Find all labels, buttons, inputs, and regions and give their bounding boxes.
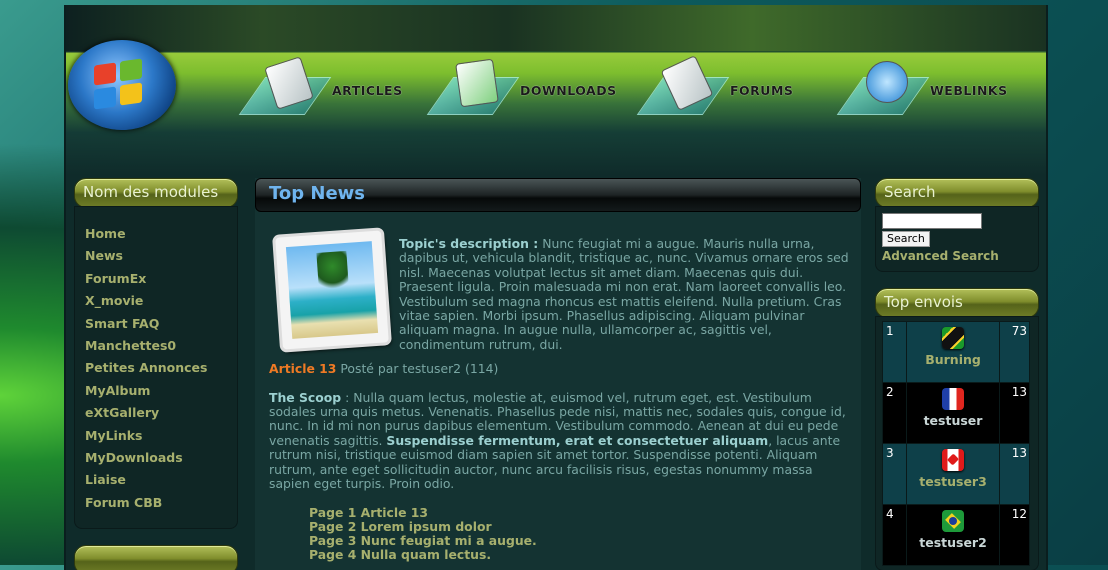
topic-description-text: Nunc feugiat mi a augue. Mauris nulla ur…: [399, 236, 849, 352]
module-link-x-movie[interactable]: X_movie: [85, 290, 237, 312]
nav-forums-label: FORUMS: [730, 82, 794, 98]
modules-title: Nom des modules: [74, 178, 238, 208]
page-link-3[interactable]: Page 3 Nunc feugiat mi a augue.: [309, 533, 853, 548]
nav-weblinks-label: WEBLINKS: [930, 82, 1008, 98]
logo-red-pane: [94, 62, 116, 86]
module-link-extgallery[interactable]: eXtGallery: [85, 402, 237, 424]
search-input[interactable]: [882, 213, 982, 229]
top-envois-table: 1 Burning 73 2 testuser 13 3 testuser3 1…: [882, 321, 1030, 566]
table-row: 3 testuser3 13: [882, 443, 1030, 505]
user-name: testuser: [923, 413, 983, 428]
count-cell: 73: [999, 321, 1030, 383]
rank-cell: 1: [882, 321, 907, 383]
next-block-title: [74, 545, 238, 570]
forums-icon: [636, 55, 730, 125]
user-name: testuser3: [919, 474, 987, 489]
article-header: Article 13 Posté par testuser2 (114): [269, 352, 853, 376]
article-posted-by: Posté par testuser2 (114): [336, 361, 499, 377]
nav-downloads-label: DOWNLOADS: [520, 82, 617, 98]
france-flag-icon: [942, 388, 965, 410]
user-cell[interactable]: testuser2: [905, 504, 1001, 566]
nav-downloads[interactable]: DOWNLOADS: [426, 52, 617, 128]
module-link-liaise[interactable]: Liaise: [85, 469, 237, 491]
user-cell[interactable]: Burning: [905, 321, 1001, 383]
module-link-manchettes[interactable]: Manchettes0: [85, 335, 237, 357]
module-link-news[interactable]: News: [85, 245, 237, 267]
modules-menu: Home News ForumEx X_movie Smart FAQ Manc…: [75, 207, 237, 528]
user-name: testuser2: [919, 535, 987, 550]
user-cell[interactable]: testuser: [905, 382, 1001, 444]
windows-logo[interactable]: [68, 40, 176, 130]
rank-cell: 4: [882, 504, 907, 566]
modules-box: Home News ForumEx X_movie Smart FAQ Manc…: [74, 206, 238, 530]
logo-green-pane: [120, 58, 142, 82]
module-link-forumex[interactable]: ForumEx: [85, 268, 237, 290]
module-link-mydownloads[interactable]: MyDownloads: [85, 447, 237, 469]
user-cell[interactable]: testuser3: [905, 443, 1001, 505]
count-cell: 13: [999, 382, 1030, 444]
scoop-label: The Scoop: [269, 389, 342, 405]
logo-yellow-pane: [120, 82, 142, 106]
nav-weblinks[interactable]: WEBLINKS: [836, 52, 1008, 128]
table-row: 2 testuser 13: [882, 382, 1030, 444]
search-button[interactable]: Search: [882, 231, 930, 247]
articles-icon: [238, 55, 332, 125]
nav-forums[interactable]: FORUMS: [636, 52, 794, 128]
canada-flag-icon: [942, 449, 965, 471]
search-box: Search Advanced Search: [875, 206, 1039, 272]
page-link-4[interactable]: Page 4 Nulla quam lectus.: [309, 547, 853, 562]
module-link-forum-cbb[interactable]: Forum CBB: [85, 492, 237, 514]
top-envois-box: 1 Burning 73 2 testuser 13 3 testuser3 1…: [875, 316, 1039, 570]
page-link-2[interactable]: Page 2 Lorem ipsum dolor: [309, 519, 853, 534]
top-news-title: Top News: [255, 178, 861, 212]
jamaica-flag-icon: [942, 327, 965, 349]
nav-articles[interactable]: ARTICLES: [238, 52, 403, 128]
table-row: 4 testuser2 12: [882, 504, 1030, 566]
advanced-search-link[interactable]: Advanced Search: [882, 249, 1038, 263]
page-link-1[interactable]: Page 1 Article 13: [309, 505, 853, 520]
module-link-petites-annonces[interactable]: Petites Annonces: [85, 357, 237, 379]
top-envois-title: Top envois: [875, 288, 1039, 318]
topic-stamp-image: [275, 230, 389, 350]
module-link-mylinks[interactable]: MyLinks: [85, 425, 237, 447]
logo-blue-pane: [94, 86, 116, 110]
count-cell: 13: [999, 443, 1030, 505]
rank-cell: 2: [882, 382, 907, 444]
downloads-icon: [426, 55, 520, 125]
scoop-bold-text: Suspendisse fermentum, erat et consectet…: [386, 432, 769, 448]
table-row: 1 Burning 73: [882, 321, 1030, 383]
right-sidebar: Search Search Advanced Search Top envois…: [875, 178, 1039, 570]
article-title-link[interactable]: Article 13: [269, 361, 336, 376]
module-link-myalbum[interactable]: MyAlbum: [85, 380, 237, 402]
module-link-home[interactable]: Home: [85, 223, 237, 245]
top-news-panel: Top News Topic's description : Nunc feug…: [255, 178, 861, 570]
search-title: Search: [875, 178, 1039, 208]
banner-image: [66, 5, 1046, 51]
count-cell: 12: [999, 504, 1030, 566]
top-news-body: Topic's description : Nunc feugiat mi a …: [255, 212, 861, 562]
brazil-flag-icon: [942, 510, 965, 532]
nav-articles-label: ARTICLES: [332, 82, 403, 98]
article-scoop: The Scoop : Nulla quam lectus, molestie …: [269, 389, 853, 492]
header-banner: ARTICLES DOWNLOADS FORUMS WEBLINKS: [66, 5, 1046, 175]
user-name: Burning: [925, 352, 981, 367]
rank-cell: 3: [882, 443, 907, 505]
article-pages: Page 1 Article 13 Page 2 Lorem ipsum dol…: [309, 505, 853, 562]
modules-sidebar: Nom des modules Home News ForumEx X_movi…: [74, 178, 238, 570]
weblinks-icon: [836, 55, 930, 125]
module-link-smart-faq[interactable]: Smart FAQ: [85, 313, 237, 335]
topic-description-label: Topic's description :: [399, 236, 539, 251]
page-container: ARTICLES DOWNLOADS FORUMS WEBLINKS Nom d…: [64, 5, 1048, 570]
